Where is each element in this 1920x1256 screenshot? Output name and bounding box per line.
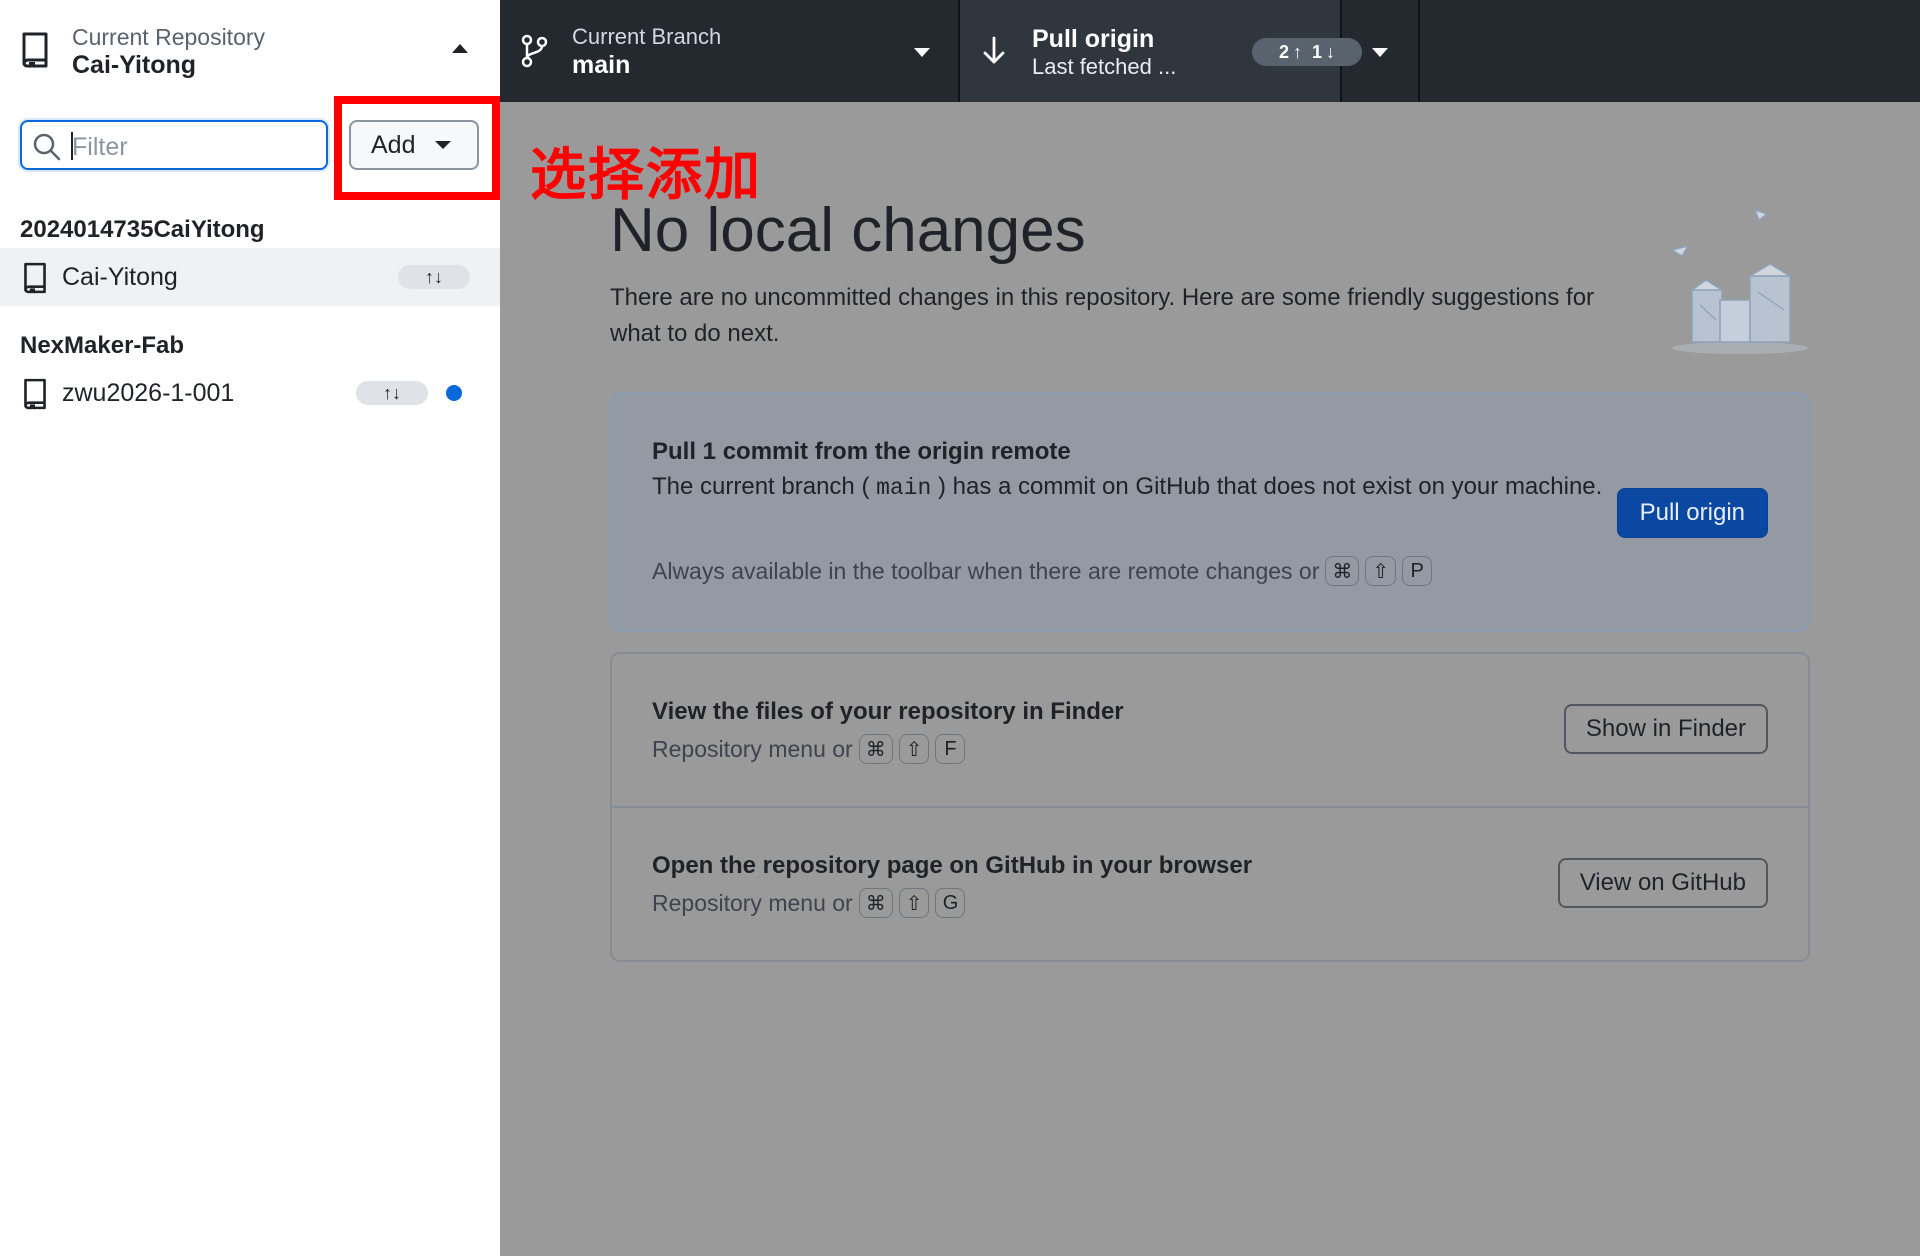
repository-list-item[interactable]: zwu2026-1-001 ↑↓ [0,364,500,422]
view-on-github-button[interactable]: View on GitHub [1557,858,1768,908]
github-card-title: Open the repository page on GitHub in yo… [652,852,1253,879]
arrow-down-icon: ↓ [1326,41,1336,62]
ahead-behind-badge: ↑↓ [356,381,428,405]
command-key: ⌘ [858,888,893,918]
repository-icon [20,32,50,73]
shift-key: ⇧ [898,888,930,918]
divider [612,806,1808,808]
current-branch-label: Current Branch [572,24,722,49]
git-branch-icon [520,34,550,73]
search-icon [32,132,62,167]
pull-text-before: The current branch ( [652,473,870,500]
pull-text-after: ) has a commit on GitHub that does not e… [938,473,1603,500]
ahead-count: 2 [1278,41,1289,62]
pull-card-hint: Always available in the toolbar when the… [652,556,1433,586]
repository-name: Cai-Yitong [62,263,178,291]
chevron-down-icon [1372,48,1388,57]
show-in-finder-button[interactable]: Show in Finder [1563,704,1768,754]
repository-actions-card: View the files of your repository in Fin… [610,652,1810,962]
repository-list-item[interactable]: Cai-Yitong ↑↓ [0,248,500,306]
pull-suggestion-card: Pull 1 commit from the origin remote The… [610,392,1810,632]
repository-name: zwu2026-1-001 [62,379,235,407]
pull-origin-card-button[interactable]: Pull origin [1616,488,1768,538]
arrow-down-icon [982,36,1006,71]
github-card-hint: Repository menu or ⌘ ⇧ G [652,888,966,918]
empty-state-illustration-icon [1660,200,1810,365]
pull-origin-label: Pull origin [1032,25,1155,53]
uncommitted-changes-dot [446,385,462,401]
ahead-behind-badge: ↑↓ [398,265,470,289]
repository-filter-input[interactable]: Filter [20,120,328,170]
shift-key: ⇧ [898,734,930,764]
repository-group-title: NexMaker-Fab [20,332,185,359]
finder-card-title: View the files of your repository in Fin… [652,698,1124,725]
pull-options-dropdown[interactable] [1342,0,1420,102]
shift-key: ⇧ [1365,556,1397,586]
page-description: There are no uncommitted changes in this… [610,284,1595,347]
repository-icon [22,378,48,415]
repository-group-title: 2024014735CaiYitong [20,216,265,243]
chevron-up-icon [452,44,468,53]
chevron-down-icon [914,48,930,57]
behind-count: 1 [1312,41,1323,62]
command-key: ⌘ [858,734,893,764]
repository-icon [22,262,48,299]
current-branch-name: main [572,51,631,79]
toolbar: Current Branch main Pull origin Last fet… [500,0,1920,102]
pull-card-title: Pull 1 commit from the origin remote [652,438,1071,465]
filter-placeholder: Filter [72,133,128,161]
page-title: No local changes [610,196,1086,265]
github-hint-text: Repository menu or [652,889,853,916]
current-repository-dropdown[interactable]: Current Repository Cai-Yitong [0,0,500,102]
finder-card-hint: Repository menu or ⌘ ⇧ F [652,734,966,764]
arrow-up-icon: ↑ [1293,41,1302,62]
g-key: G [935,888,966,918]
p-key: P [1402,556,1433,586]
annotation-highlight-box [334,96,500,200]
current-branch-dropdown[interactable]: Current Branch main [500,0,960,102]
f-key: F [935,734,966,764]
current-repository-name: Cai-Yitong [72,51,197,79]
finder-hint-text: Repository menu or [652,735,853,762]
pull-card-text: The current branch ( main ) has a commit… [652,468,1612,507]
branch-code: main [876,475,932,501]
pull-hint-text: Always available in the toolbar when the… [652,557,1320,584]
repository-sidebar: Current Repository Cai-Yitong Filter Add… [0,0,500,1256]
command-key: ⌘ [1325,556,1360,586]
current-repository-label: Current Repository [72,24,266,50]
last-fetched-label: Last fetched ... [1032,54,1177,79]
